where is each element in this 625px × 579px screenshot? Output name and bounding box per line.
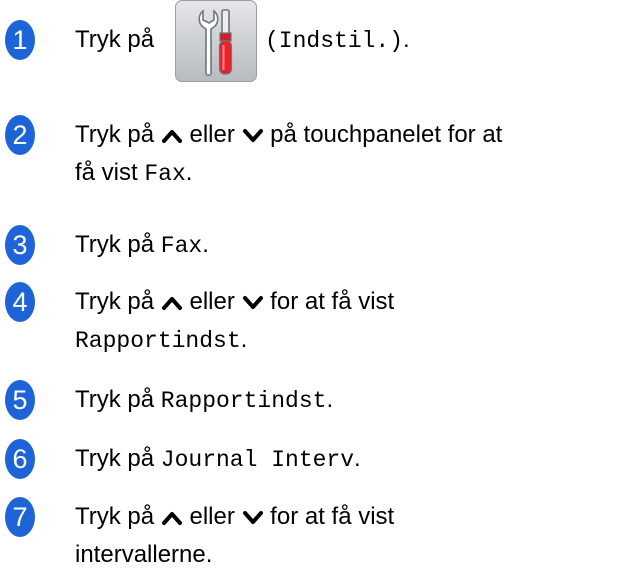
step-2: 2 Tryk på eller på touchpanelet for at f… — [0, 115, 625, 195]
step-6: 6 Tryk på Journal Interv. — [0, 439, 625, 481]
chevron-up-icon — [161, 128, 183, 144]
step-1: 1 Tryk på (Indstil.). — [0, 0, 625, 84]
step-text: Tryk på Rapportindst. — [75, 386, 334, 414]
step-text: Tryk på Fax. — [75, 231, 209, 259]
step-number: 2 — [5, 115, 35, 155]
step-text: Tryk på eller for at få vist — [75, 288, 395, 315]
step-number: 4 — [5, 282, 35, 322]
chevron-down-icon — [242, 510, 264, 526]
step-3: 3 Tryk på Fax. — [0, 225, 625, 267]
chevron-down-icon — [242, 295, 264, 311]
step-text: Tryk på eller for at få vist — [75, 503, 395, 530]
step-text-line-2: Rapportindst. — [75, 326, 248, 354]
step-text: Tryk på — [75, 26, 155, 53]
step-7: 7 Tryk på eller for at få vist intervall… — [0, 497, 625, 577]
step-text-tail: (Indstil.). — [265, 26, 410, 54]
step-number: 5 — [5, 380, 35, 420]
step-4: 4 Tryk på eller for at få vist Rapportin… — [0, 282, 625, 362]
chevron-up-icon — [161, 510, 183, 526]
step-text-line-2: få vist Fax. — [75, 159, 193, 187]
settings-tools-icon — [198, 9, 233, 77]
step-number: 1 — [5, 20, 35, 60]
step-number: 7 — [5, 497, 35, 537]
step-5: 5 Tryk på Rapportindst. — [0, 380, 625, 422]
step-text: Tryk på Journal Interv. — [75, 445, 361, 473]
chevron-down-icon — [242, 128, 264, 144]
step-text: Tryk på eller på touchpanelet for at — [75, 121, 503, 148]
step-number: 6 — [5, 439, 35, 479]
chevron-up-icon — [161, 295, 183, 311]
settings-button[interactable] — [175, 0, 257, 82]
step-number: 3 — [5, 225, 35, 265]
step-text-line-2: intervallerne. — [75, 541, 213, 568]
